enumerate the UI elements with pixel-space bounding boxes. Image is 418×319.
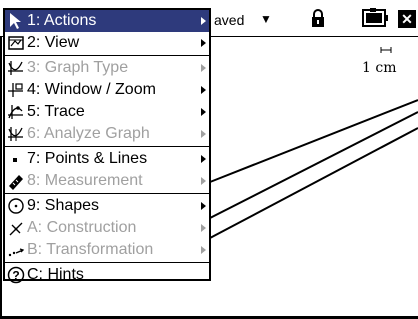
menu-item-shapes[interactable]: 9: Shapes bbox=[5, 195, 209, 217]
cursor-arrow-icon bbox=[10, 13, 21, 29]
submenu-arrow-icon bbox=[201, 246, 206, 254]
menu-item-hints[interactable]: ? C: Hints bbox=[5, 264, 209, 286]
menu-item-actions[interactable]: 1: Actions bbox=[5, 10, 209, 32]
menu-separator bbox=[5, 262, 209, 263]
submenu-arrow-icon bbox=[201, 86, 206, 94]
line-segment bbox=[209, 99, 418, 183]
view-icon bbox=[8, 36, 24, 50]
menu-item-view[interactable]: 2: View bbox=[5, 32, 209, 54]
menu-popup: 1: Actions 2: View 3: Graph Type 4: Wind… bbox=[3, 8, 211, 284]
line-segment bbox=[209, 127, 418, 239]
help-icon: ? bbox=[7, 266, 25, 284]
submenu-arrow-icon bbox=[201, 130, 206, 138]
menu-separator bbox=[5, 146, 209, 147]
submenu-arrow-icon bbox=[201, 108, 206, 116]
construction-icon bbox=[9, 222, 23, 236]
submenu-arrow-icon bbox=[201, 39, 206, 47]
point-icon bbox=[13, 158, 17, 162]
menu-separator bbox=[5, 193, 209, 194]
menu-separator bbox=[5, 55, 209, 56]
menu-item-trace[interactable]: 5: Trace bbox=[5, 101, 209, 123]
trace-icon bbox=[8, 105, 23, 119]
graph-type-icon bbox=[8, 61, 23, 75]
analyze-graph-icon bbox=[8, 127, 23, 141]
menu-item-measurement[interactable]: 8: Measurement bbox=[5, 170, 209, 192]
ruler-icon bbox=[9, 175, 23, 190]
submenu-arrow-icon bbox=[201, 17, 206, 25]
menu-item-transformation[interactable]: B: Transformation bbox=[5, 239, 209, 261]
circle-shape-icon bbox=[8, 198, 24, 214]
submenu-arrow-icon bbox=[201, 155, 206, 163]
transformation-icon bbox=[8, 248, 25, 257]
menu-item-construction[interactable]: A: Construction bbox=[5, 217, 209, 239]
svg-text:?: ? bbox=[12, 269, 19, 283]
submenu-arrow-icon bbox=[201, 224, 206, 232]
menu-item-window-zoom[interactable]: 4: Window / Zoom bbox=[5, 79, 209, 101]
window-zoom-icon bbox=[8, 83, 23, 97]
menu-item-analyze-graph[interactable]: 6: Analyze Graph bbox=[5, 123, 209, 145]
line-segment bbox=[209, 111, 418, 219]
menu-item-graph-type[interactable]: 3: Graph Type bbox=[5, 57, 209, 79]
left-border bbox=[0, 36, 2, 319]
submenu-arrow-icon bbox=[201, 177, 206, 185]
submenu-arrow-icon bbox=[201, 64, 206, 72]
menu-item-points-lines[interactable]: 7: Points & Lines bbox=[5, 148, 209, 170]
submenu-arrow-icon bbox=[201, 202, 206, 210]
